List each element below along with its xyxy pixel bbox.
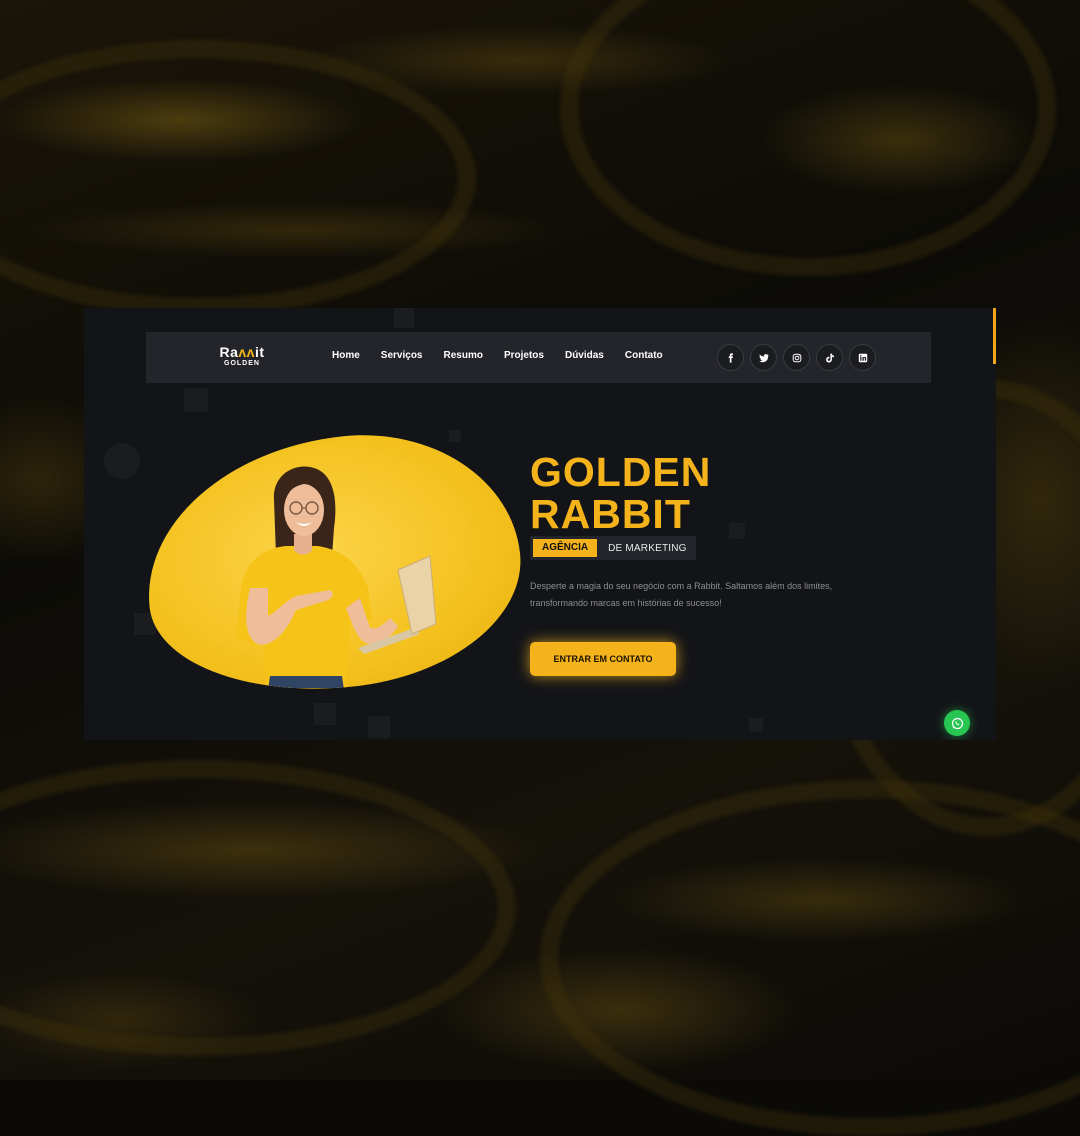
woman-with-laptop-illustration: [236, 466, 437, 688]
whatsapp-button[interactable]: [944, 710, 970, 736]
hero-description: Desperte a magia do seu negócio com a Ra…: [530, 578, 870, 612]
tiktok-icon[interactable]: [816, 344, 843, 371]
badge-highlight: AGÊNCIA: [533, 539, 598, 557]
linkedin-icon[interactable]: [849, 344, 876, 371]
hero-title-line2: RABBIT: [530, 491, 691, 537]
website-screenshot: Raʌʌit GOLDEN Home Serviços Resumo Proje…: [84, 308, 996, 740]
facebook-icon[interactable]: [717, 344, 744, 371]
social-links: [717, 344, 876, 371]
nav-link-contato[interactable]: Contato: [625, 350, 663, 361]
badge-text: DE MARKETING: [608, 542, 687, 554]
nav-link-projetos[interactable]: Projetos: [504, 350, 544, 361]
contact-button[interactable]: ENTRAR EM CONTATO: [530, 642, 676, 676]
hero-description-line1: Desperte a magia do seu negócio com a Ra…: [530, 581, 833, 591]
nav-link-resumo[interactable]: Resumo: [444, 350, 483, 361]
hero-title: GOLDEN RABBIT: [530, 451, 711, 535]
nav-link-home[interactable]: Home: [332, 350, 360, 361]
tagline-badge: AGÊNCIA DE MARKETING: [530, 536, 696, 560]
logo-wordmark: Raʌʌit: [219, 344, 265, 360]
navbar: Raʌʌit GOLDEN Home Serviços Resumo Proje…: [146, 332, 931, 383]
logo[interactable]: Raʌʌit GOLDEN: [212, 345, 272, 367]
whatsapp-icon: [951, 717, 963, 729]
nav-links: Home Serviços Resumo Projetos Dúvidas Co…: [332, 350, 684, 361]
scroll-indicator[interactable]: [993, 308, 996, 364]
instagram-icon[interactable]: [783, 344, 810, 371]
hero-image: [133, 419, 533, 707]
logo-subtitle: GOLDEN: [224, 360, 260, 367]
hero-description-line2: transformando marcas em histórias de suc…: [530, 598, 722, 608]
nav-link-duvidas[interactable]: Dúvidas: [565, 350, 604, 361]
hero-title-line1: GOLDEN: [530, 449, 712, 495]
twitter-icon[interactable]: [750, 344, 777, 371]
nav-link-servicos[interactable]: Serviços: [381, 350, 423, 361]
